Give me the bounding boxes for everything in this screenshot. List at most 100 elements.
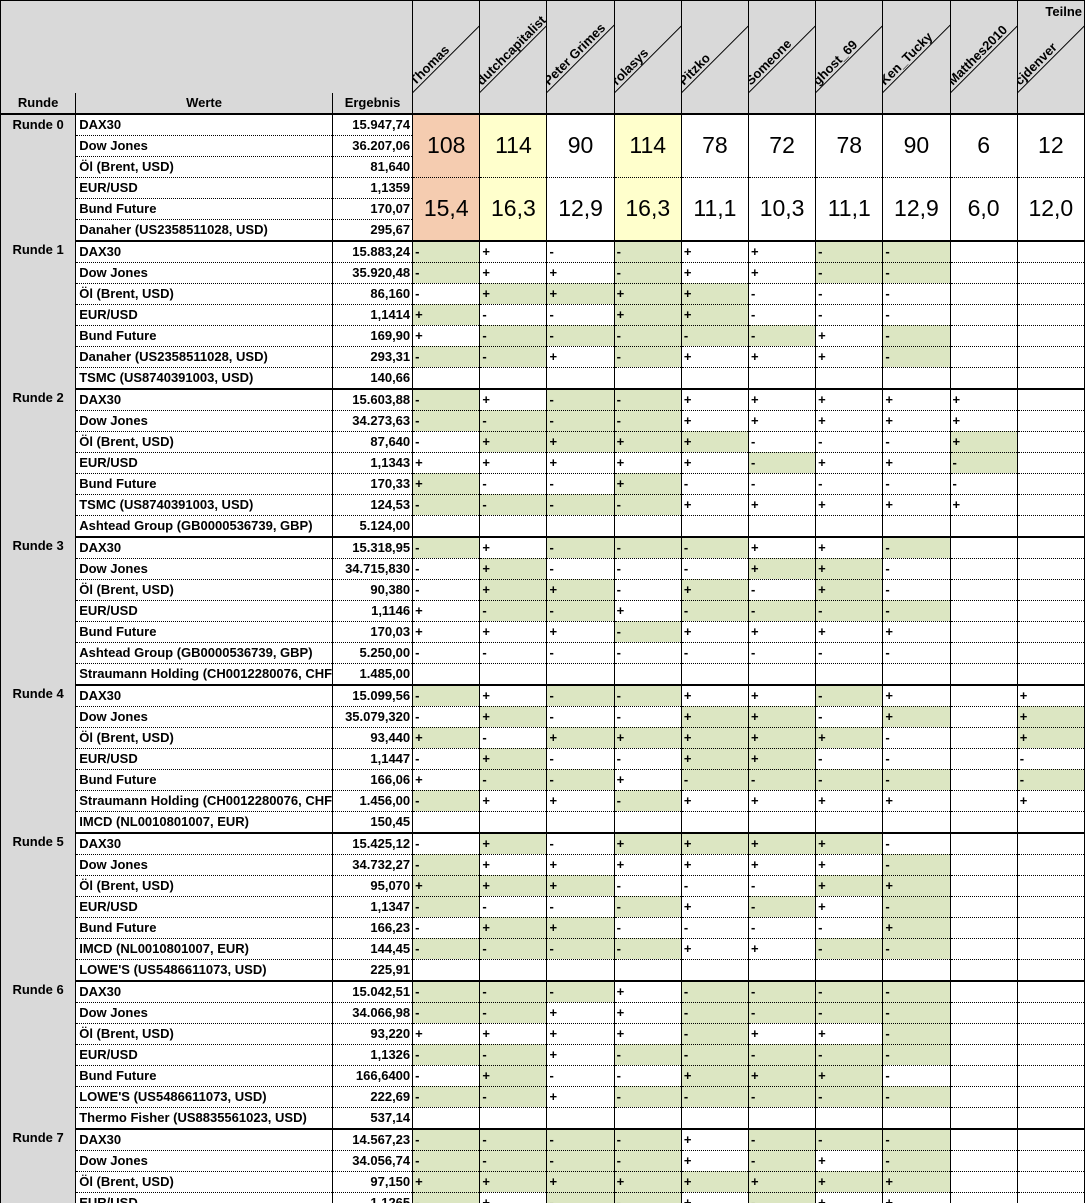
prediction-cell[interactable]: + [815,1171,883,1193]
prediction-cell[interactable]: - [815,1044,883,1066]
prediction-cell[interactable]: + [546,727,615,749]
prediction-cell[interactable]: + [613,769,682,791]
prediction-cell[interactable]: + [479,684,547,707]
prediction-cell[interactable] [1016,494,1085,516]
prediction-cell[interactable]: - [412,240,480,263]
prediction-cell[interactable]: + [479,240,547,263]
prediction-cell[interactable]: + [680,452,749,474]
prediction-cell[interactable]: - [613,1192,682,1203]
prediction-cell[interactable] [1016,875,1085,897]
prediction-cell[interactable]: + [613,304,682,326]
prediction-cell[interactable]: - [680,1002,749,1024]
prediction-cell[interactable] [949,854,1018,876]
prediction-cell[interactable]: - [613,1086,682,1108]
prediction-cell[interactable]: + [680,579,749,601]
prediction-cell[interactable]: - [747,452,816,474]
prediction-cell[interactable]: - [882,727,951,749]
prediction-cell[interactable] [1016,1150,1085,1172]
prediction-cell[interactable]: - [479,769,547,791]
prediction-cell[interactable]: + [949,494,1018,516]
prediction-cell[interactable]: + [546,431,615,453]
prediction-cell[interactable]: - [882,262,951,284]
prediction-cell[interactable] [949,811,1018,834]
prediction-cell[interactable]: - [613,1065,682,1087]
prediction-cell[interactable]: - [546,938,615,960]
prediction-cell[interactable]: + [747,346,816,368]
prediction-cell[interactable]: - [680,917,749,939]
prediction-cell[interactable]: - [613,684,682,707]
prediction-cell[interactable]: - [479,1128,547,1151]
prediction-cell[interactable]: - [479,346,547,368]
prediction-cell[interactable]: - [412,684,480,707]
prediction-cell[interactable]: + [747,410,816,432]
prediction-cell[interactable]: - [546,325,615,347]
prediction-cell[interactable]: + [815,1150,883,1172]
prediction-cell[interactable] [949,579,1018,601]
prediction-cell[interactable]: + [479,1192,547,1203]
prediction-cell[interactable]: - [479,325,547,347]
prediction-cell[interactable]: + [479,1023,547,1045]
prediction-cell[interactable]: - [747,579,816,601]
prediction-cell[interactable]: + [479,283,547,305]
prediction-cell[interactable]: + [680,304,749,326]
prediction-cell[interactable] [949,1002,1018,1024]
prediction-cell[interactable]: + [613,854,682,876]
prediction-cell[interactable]: + [412,600,480,622]
prediction-cell[interactable]: + [546,452,615,474]
participant-header-ken-tucky[interactable]: Ken_Tucky [882,0,951,93]
participant-header-matthes2010[interactable]: Matthes2010 [949,0,1018,93]
prediction-cell[interactable] [613,515,682,538]
prediction-cell[interactable] [949,727,1018,749]
prediction-cell[interactable] [949,663,1018,686]
prediction-cell[interactable] [680,515,749,538]
prediction-cell[interactable]: - [613,558,682,580]
prediction-cell[interactable]: + [613,727,682,749]
prediction-cell[interactable] [949,896,1018,918]
prediction-cell[interactable]: - [613,1044,682,1066]
prediction-cell[interactable]: - [882,642,951,664]
prediction-cell[interactable] [949,536,1018,559]
participant-header-cjdenver[interactable]: cjdenver Teilne [1016,0,1085,93]
prediction-cell[interactable]: - [479,600,547,622]
prediction-cell[interactable]: - [546,684,615,707]
prediction-cell[interactable]: - [815,769,883,791]
prediction-cell[interactable] [1016,515,1085,538]
prediction-cell[interactable] [747,959,816,982]
prediction-cell[interactable]: + [747,1023,816,1045]
prediction-cell[interactable]: + [412,325,480,347]
prediction-cell[interactable] [1016,959,1085,982]
prediction-cell[interactable]: - [680,600,749,622]
prediction-cell[interactable] [949,790,1018,812]
prediction-cell[interactable]: + [412,727,480,749]
prediction-cell[interactable] [1016,1023,1085,1045]
prediction-cell[interactable]: + [747,854,816,876]
prediction-cell[interactable] [949,1171,1018,1193]
prediction-cell[interactable]: - [479,1044,547,1066]
prediction-cell[interactable] [1016,642,1085,664]
prediction-cell[interactable]: - [479,896,547,918]
prediction-cell[interactable]: + [412,875,480,897]
prediction-cell[interactable]: + [613,452,682,474]
prediction-cell[interactable]: - [747,283,816,305]
prediction-cell[interactable]: - [412,283,480,305]
prediction-cell[interactable] [680,811,749,834]
prediction-cell[interactable]: - [882,832,951,855]
prediction-cell[interactable]: - [747,1192,816,1203]
prediction-cell[interactable]: + [546,790,615,812]
prediction-cell[interactable] [479,515,547,538]
prediction-cell[interactable]: - [882,283,951,305]
prediction-cell[interactable]: - [815,684,883,707]
prediction-cell[interactable]: - [747,1128,816,1151]
participant-header-peter-grimes[interactable]: Peter Grimes [546,0,615,93]
prediction-cell[interactable]: + [613,473,682,495]
prediction-cell[interactable]: + [479,832,547,855]
prediction-cell[interactable] [949,558,1018,580]
prediction-cell[interactable]: + [412,452,480,474]
prediction-cell[interactable]: + [815,536,883,559]
prediction-cell[interactable]: + [479,621,547,643]
prediction-cell[interactable]: - [815,917,883,939]
prediction-cell[interactable]: - [546,388,615,411]
prediction-cell[interactable]: + [680,706,749,728]
prediction-cell[interactable] [815,663,883,686]
prediction-cell[interactable]: - [882,240,951,263]
